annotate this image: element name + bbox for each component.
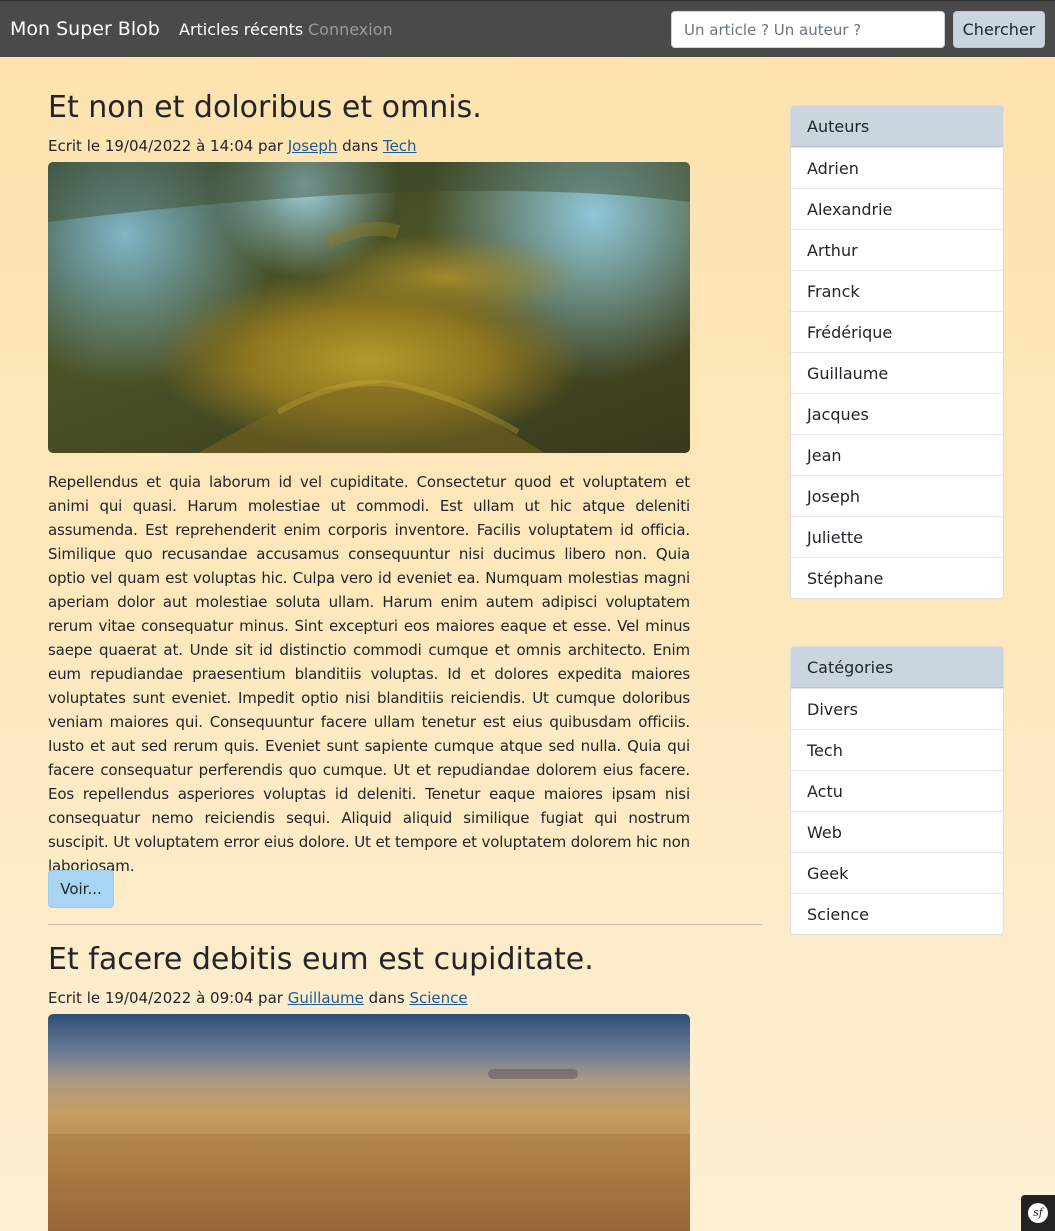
authors-card: Auteurs Adrien Alexandrie Arthur Franck …	[790, 105, 1004, 599]
author-item[interactable]: Stéphane	[791, 557, 1003, 598]
article-divider	[48, 924, 762, 925]
author-item[interactable]: Joseph	[791, 475, 1003, 516]
moss-texture-graphic	[48, 162, 690, 453]
author-item[interactable]: Frédérique	[791, 311, 1003, 352]
article-excerpt: Repellendus et quia laborum id vel cupid…	[48, 473, 690, 875]
author-item[interactable]: Juliette	[791, 516, 1003, 557]
article-image-moss-tree	[48, 162, 690, 453]
category-item[interactable]: Web	[791, 811, 1003, 852]
author-item[interactable]: Arthur	[791, 229, 1003, 270]
brand-logo-text[interactable]: Mon Super Blob	[10, 17, 160, 41]
nav-link-login[interactable]: Connexion	[308, 20, 393, 40]
category-item[interactable]: Geek	[791, 852, 1003, 893]
article-image-blurred-ground	[48, 1014, 690, 1231]
article-meta-prefix: Ecrit le 19/04/2022 à 14:04 par	[48, 137, 288, 155]
author-item[interactable]: Jacques	[791, 393, 1003, 434]
categories-card: Catégories Divers Tech Actu Web Geek Sci…	[790, 646, 1004, 935]
article-meta-middle: dans	[337, 137, 383, 155]
author-item[interactable]: Jean	[791, 434, 1003, 475]
article-category-link[interactable]: Science	[409, 989, 467, 1007]
authors-card-header: Auteurs	[791, 106, 1003, 147]
category-item[interactable]: Science	[791, 893, 1003, 934]
author-item[interactable]: Alexandrie	[791, 188, 1003, 229]
category-item[interactable]: Tech	[791, 729, 1003, 770]
author-item[interactable]: Guillaume	[791, 352, 1003, 393]
article-category-link[interactable]: Tech	[383, 137, 417, 155]
nav-link-recent-articles[interactable]: Articles récents	[179, 20, 303, 40]
search-button[interactable]: Chercher	[953, 11, 1045, 48]
article-title[interactable]: Et non et doloribus et omnis.	[48, 90, 482, 126]
article-author-link[interactable]: Guillaume	[288, 989, 364, 1007]
symfony-toolbar-toggle[interactable]: sf	[1021, 1195, 1055, 1231]
symfony-toolbar-icon: sf	[1028, 1203, 1048, 1223]
author-item[interactable]: Franck	[791, 270, 1003, 311]
article-title[interactable]: Et facere debitis eum est cupiditate.	[48, 942, 594, 978]
article-meta: Ecrit le 19/04/2022 à 09:04 par Guillaum…	[48, 988, 468, 1008]
category-item[interactable]: Actu	[791, 770, 1003, 811]
categories-card-header: Catégories	[791, 647, 1003, 688]
search-input[interactable]	[671, 11, 945, 48]
article-meta-middle: dans	[363, 989, 410, 1007]
ground-texture-graphic	[48, 1069, 690, 1231]
view-article-button[interactable]: Voir...	[48, 870, 114, 908]
article-meta: Ecrit le 19/04/2022 à 14:04 par Joseph d…	[48, 136, 417, 156]
article-author-link[interactable]: Joseph	[288, 137, 338, 155]
author-item[interactable]: Adrien	[791, 147, 1003, 188]
category-item[interactable]: Divers	[791, 688, 1003, 729]
article-meta-prefix: Ecrit le 19/04/2022 à 09:04 par	[48, 989, 288, 1007]
top-navbar: Mon Super Blob Articles récents Connexio…	[0, 0, 1055, 57]
